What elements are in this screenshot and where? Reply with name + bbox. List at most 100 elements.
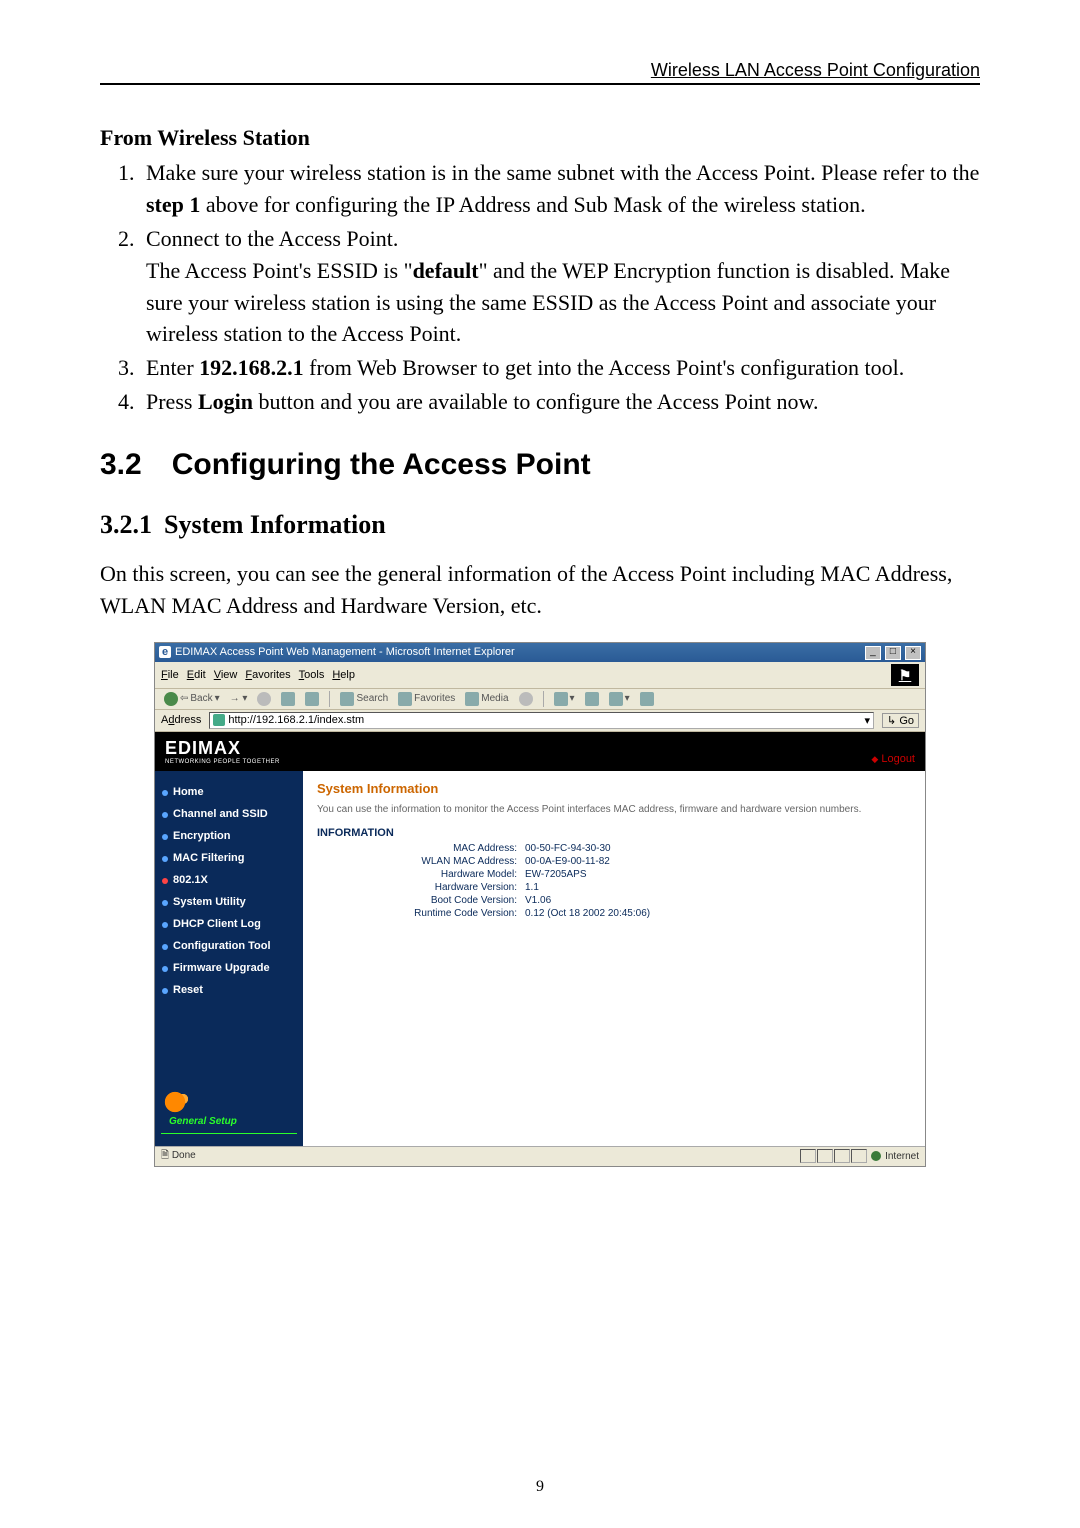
page-icon: [213, 714, 225, 726]
favorites-icon: [398, 692, 412, 706]
comet-icon: [163, 1084, 203, 1114]
print-button[interactable]: [582, 691, 602, 707]
subsection-num: 3.2.1: [100, 510, 152, 539]
home-icon: [305, 692, 319, 706]
page-content: EDIMAX NETWORKING PEOPLE TOGETHER Logout…: [155, 732, 925, 1146]
info-row-wlan-mac: WLAN MAC Address:00-0A-E9-00-11-82: [317, 856, 911, 867]
from-wireless-station-title: From Wireless Station: [100, 125, 980, 151]
panel-desc: You can use the information to monitor t…: [317, 804, 911, 815]
status-right: Internet: [800, 1148, 919, 1165]
sidebar-item-home[interactable]: Home: [155, 781, 303, 803]
toolbar-separator: [329, 691, 330, 707]
section-heading: 3.2 Configuring the Access Point: [100, 448, 980, 482]
subsection-heading: 3.2.1 System Information: [100, 510, 980, 540]
sidebar-item-encryption[interactable]: Encryption: [155, 825, 303, 847]
sidebar-item-8021x[interactable]: 802.1X: [155, 869, 303, 891]
general-setup-label[interactable]: General Setup: [161, 1114, 297, 1134]
forward-button[interactable]: → ▾: [227, 692, 251, 705]
edit-icon: [609, 692, 623, 706]
window-controls: _ □ ×: [864, 645, 921, 660]
back-button[interactable]: ⇦ Back ▾: [161, 691, 223, 707]
wireless-station-steps: Make sure your wireless station is in th…: [100, 157, 980, 418]
internet-zone-icon: [871, 1151, 881, 1161]
media-icon: [465, 692, 479, 706]
refresh-icon: [281, 692, 295, 706]
step-4: Press Login button and you are available…: [140, 386, 980, 418]
minimize-button[interactable]: _: [865, 646, 881, 660]
menu-edit[interactable]: Edit: [187, 669, 206, 681]
toolbar: ⇦ Back ▾ → ▾ Search Favorites Media ▾ ▾: [155, 689, 925, 710]
menu-file[interactable]: File: [161, 669, 179, 681]
section-title: Configuring the Access Point: [172, 448, 591, 481]
discuss-icon: [640, 692, 654, 706]
search-icon: [340, 692, 354, 706]
logout-link[interactable]: Logout: [871, 753, 915, 765]
menu-view[interactable]: View: [214, 669, 238, 681]
discuss-button[interactable]: [637, 691, 657, 707]
section-num: 3.2: [100, 448, 142, 481]
panel-title: System Information: [317, 781, 911, 796]
brand-bar: EDIMAX NETWORKING PEOPLE TOGETHER Logout: [155, 732, 925, 771]
menu-favorites[interactable]: Favorites: [245, 669, 290, 681]
mail-button[interactable]: ▾: [551, 691, 578, 707]
info-row-hw-model: Hardware Model:EW-7205APS: [317, 869, 911, 880]
stop-button[interactable]: [254, 691, 274, 707]
bold-step1: step 1: [146, 192, 200, 217]
brand-tagline: NETWORKING PEOPLE TOGETHER: [165, 759, 280, 765]
history-button[interactable]: [516, 691, 536, 707]
maximize-button[interactable]: □: [885, 646, 901, 660]
refresh-button[interactable]: [278, 691, 298, 707]
mail-icon: [554, 692, 568, 706]
status-panes: [800, 1149, 867, 1163]
sidebar-item-system-utility[interactable]: System Utility: [155, 891, 303, 913]
sidebar-item-configuration-tool[interactable]: Configuration Tool: [155, 935, 303, 957]
sidebar-item-mac-filtering[interactable]: MAC Filtering: [155, 847, 303, 869]
media-button[interactable]: Media: [462, 691, 511, 707]
toolbar-separator-2: [543, 691, 544, 707]
address-bar: Address http://192.168.2.1/index.stm ▾ ↳…: [155, 710, 925, 732]
go-button[interactable]: ↳ Go: [882, 713, 919, 728]
sidebar-item-channel-ssid[interactable]: Channel and SSID: [155, 803, 303, 825]
info-row-hw-version: Hardware Version:1.1: [317, 882, 911, 893]
home-button[interactable]: [302, 691, 322, 707]
main-panel: System Information You can use the infor…: [303, 771, 925, 1146]
menu-tools[interactable]: Tools: [299, 669, 325, 681]
address-label: Address: [161, 714, 201, 726]
sidebar-item-dhcp-client-log[interactable]: DHCP Client Log: [155, 913, 303, 935]
print-icon: [585, 692, 599, 706]
subsection-title: System Information: [164, 510, 386, 539]
sidebar-item-firmware-upgrade[interactable]: Firmware Upgrade: [155, 957, 303, 979]
bold-ip: 192.168.2.1: [199, 355, 304, 380]
window-titlebar: EDIMAX Access Point Web Management - Mic…: [155, 643, 925, 662]
step-1: Make sure your wireless station is in th…: [140, 157, 980, 221]
info-row-mac: MAC Address:00-50-FC-94-30-30: [317, 843, 911, 854]
sidebar: Home Channel and SSID Encryption MAC Fil…: [155, 771, 303, 1146]
address-input[interactable]: http://192.168.2.1/index.stm ▾: [209, 712, 874, 729]
close-button[interactable]: ×: [905, 646, 921, 660]
edit-button[interactable]: ▾: [606, 691, 633, 707]
step-2: Connect to the Access Point. The Access …: [140, 223, 980, 351]
stop-icon: [257, 692, 271, 706]
info-row-boot-code: Boot Code Version:V1.06: [317, 895, 911, 906]
history-icon: [519, 692, 533, 706]
favorites-button[interactable]: Favorites: [395, 691, 458, 707]
search-button[interactable]: Search: [337, 691, 391, 707]
status-left: 🗎 Done: [161, 1148, 196, 1165]
status-bar: 🗎 Done Internet: [155, 1146, 925, 1166]
status-zone: Internet: [885, 1151, 919, 1162]
brand-logo: EDIMAX NETWORKING PEOPLE TOGETHER: [165, 738, 280, 765]
intro-paragraph: On this screen, you can see the general …: [100, 558, 980, 622]
page-header: Wireless LAN Access Point Configuration: [100, 60, 980, 85]
address-dropdown-icon[interactable]: ▾: [865, 714, 871, 727]
bold-default: default: [413, 258, 479, 283]
info-row-runtime-code: Runtime Code Version:0.12 (Oct 18 2002 2…: [317, 908, 911, 919]
sidebar-item-reset[interactable]: Reset: [155, 979, 303, 1001]
browser-window: EDIMAX Access Point Web Management - Mic…: [154, 642, 926, 1167]
back-icon: [164, 692, 178, 706]
bold-login: Login: [198, 389, 253, 414]
ie-throbber-icon: ⚑: [891, 664, 919, 686]
menu-help[interactable]: Help: [332, 669, 355, 681]
page-number: 9: [0, 1478, 1080, 1496]
window-title: EDIMAX Access Point Web Management - Mic…: [159, 646, 515, 658]
information-label: INFORMATION: [317, 827, 911, 839]
